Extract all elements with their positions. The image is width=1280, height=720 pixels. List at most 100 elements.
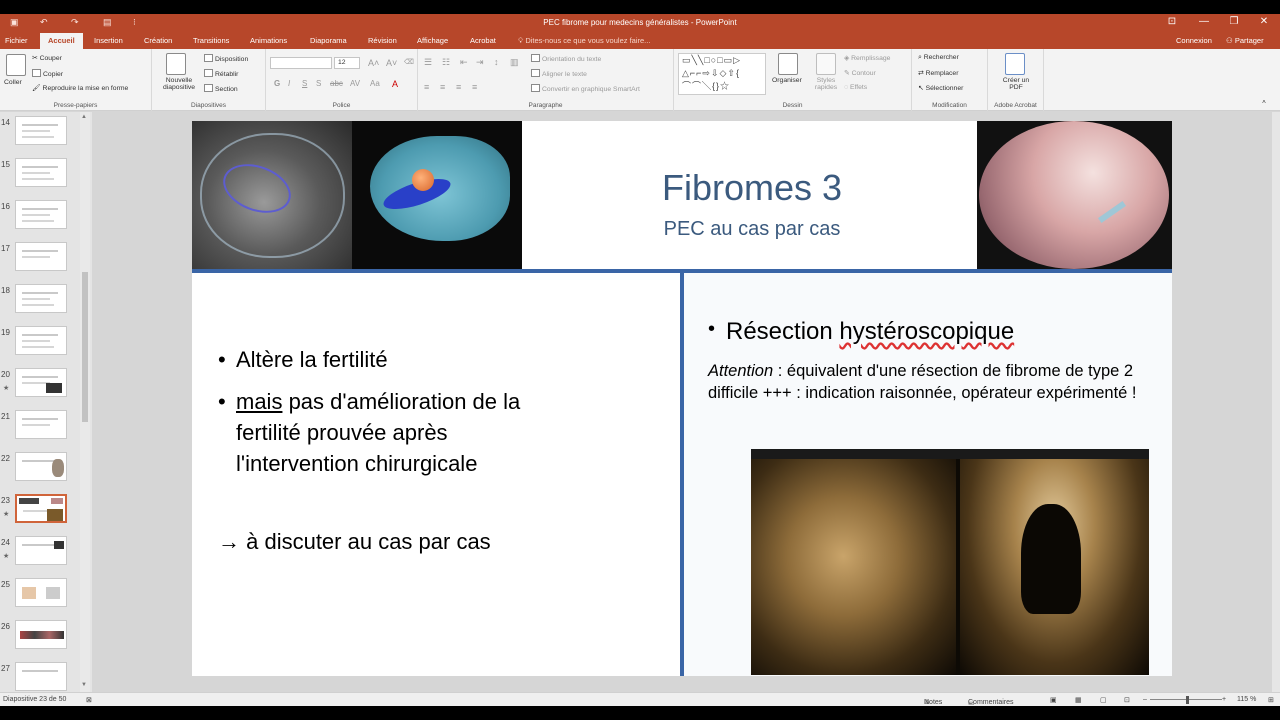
- quick-styles-button[interactable]: Styles rapides: [812, 77, 840, 91]
- thumbnail-scrollbar[interactable]: ▲ ▼: [80, 112, 90, 692]
- thumbnail-row[interactable]: 24 ★: [0, 536, 92, 576]
- minimize-icon[interactable]: —: [1190, 16, 1218, 27]
- copy-button[interactable]: Copier: [32, 69, 63, 78]
- mri-image[interactable]: [192, 121, 352, 269]
- slide-thumbnail[interactable]: [15, 452, 67, 481]
- thumbnail-row[interactable]: 16: [0, 200, 92, 240]
- align-left-icon[interactable]: ≡: [424, 82, 429, 92]
- slide-title[interactable]: Fibromes 3: [522, 167, 982, 209]
- shape-effects-button[interactable]: ◌ Effets: [844, 84, 867, 91]
- thumbnail-row[interactable]: 27: [0, 662, 92, 692]
- line-spacing-icon[interactable]: ↕: [494, 57, 499, 67]
- slide-thumbnail[interactable]: [15, 284, 67, 313]
- tab-fichier[interactable]: Fichier: [5, 36, 28, 45]
- tab-acrobat[interactable]: Acrobat: [470, 36, 496, 45]
- tab-insertion[interactable]: Insertion: [94, 36, 123, 45]
- paste-icon[interactable]: [6, 54, 26, 76]
- layout-button[interactable]: Disposition: [204, 54, 248, 63]
- slide-thumbnail[interactable]: [15, 368, 67, 397]
- thumbnail-row[interactable]: 17: [0, 242, 92, 282]
- bullet-no-improvement[interactable]: • mais pas d'amélioration de la fertilité…: [218, 386, 636, 479]
- tell-me-search[interactable]: 💡︎ Dites-nous ce que vous voulez faire..…: [518, 36, 650, 46]
- font-color-icon[interactable]: A: [392, 79, 398, 89]
- slide-scrollbar[interactable]: [1272, 112, 1280, 692]
- zoom-in-icon[interactable]: +: [1222, 696, 1226, 703]
- new-slide-icon[interactable]: [166, 53, 186, 75]
- zoom-slider-knob[interactable]: [1186, 696, 1189, 704]
- ultrasound-3d-image[interactable]: [751, 449, 1149, 675]
- slide-subtitle[interactable]: PEC au cas par cas: [522, 218, 982, 241]
- arrange-icon[interactable]: [778, 53, 798, 75]
- tab-animations[interactable]: Animations: [250, 36, 287, 45]
- cut-button[interactable]: ✂ Couper: [32, 54, 62, 62]
- section-button[interactable]: Section: [204, 84, 238, 93]
- thumbnail-row[interactable]: 21: [0, 410, 92, 450]
- align-text-button[interactable]: Aligner le texte: [531, 69, 587, 78]
- tab-accueil[interactable]: Accueil: [40, 33, 83, 49]
- tab-diaporama[interactable]: Diaporama: [310, 36, 347, 45]
- thumbnail-row[interactable]: 18: [0, 284, 92, 324]
- tab-creation[interactable]: Création: [144, 36, 172, 45]
- slide-thumbnail[interactable]: [15, 116, 67, 145]
- select-button[interactable]: ↖ Sélectionner: [918, 84, 963, 92]
- tab-affichage[interactable]: Affichage: [417, 36, 448, 45]
- slide-thumbnail-current[interactable]: [15, 494, 67, 523]
- thumbnail-row[interactable]: 25: [0, 578, 92, 618]
- align-right-icon[interactable]: ≡: [456, 82, 461, 92]
- thumbnail-row-selected[interactable]: 23 ★: [0, 494, 92, 534]
- decrease-indent-icon[interactable]: ⇤: [460, 57, 468, 68]
- smartart-button[interactable]: Convertir en graphique SmartArt: [531, 84, 640, 93]
- shape-fill-button[interactable]: ◈ Remplissage: [844, 54, 890, 62]
- strikethrough-button[interactable]: abc: [330, 79, 343, 88]
- slide-thumbnail[interactable]: [15, 578, 67, 607]
- clear-format-icon[interactable]: ⌫: [404, 58, 414, 66]
- slide-thumbnail[interactable]: [15, 410, 67, 439]
- paste-button[interactable]: Coller: [4, 79, 22, 86]
- justify-icon[interactable]: ≡: [472, 82, 477, 92]
- font-name-field[interactable]: [270, 57, 332, 69]
- align-center-icon[interactable]: ≡: [440, 82, 445, 92]
- quick-styles-icon[interactable]: [816, 53, 836, 75]
- share-button[interactable]: ⚇ Partager: [1226, 36, 1264, 45]
- bullet-fertility[interactable]: • Altère la fertilité: [218, 344, 388, 375]
- arrange-button[interactable]: Organiser: [772, 77, 802, 84]
- slide-thumbnail[interactable]: [15, 620, 67, 649]
- thumbnail-row[interactable]: 22: [0, 452, 92, 492]
- reset-button[interactable]: Rétablir: [204, 69, 238, 78]
- columns-icon[interactable]: ▥: [510, 57, 519, 68]
- scroll-down-icon[interactable]: ▼: [81, 682, 87, 688]
- create-pdf-icon[interactable]: [1005, 53, 1025, 75]
- connexion-link[interactable]: Connexion: [1176, 36, 1212, 45]
- zoom-out-icon[interactable]: –: [1143, 696, 1147, 703]
- bullets-icon[interactable]: ☰: [424, 57, 432, 68]
- sorter-view-icon[interactable]: ▦: [1075, 696, 1082, 704]
- fit-slide-icon[interactable]: ⊞: [1268, 696, 1274, 704]
- increase-indent-icon[interactable]: ⇥: [476, 57, 484, 68]
- shadow-button[interactable]: S: [316, 79, 321, 88]
- new-slide-button[interactable]: Nouvelle diapositive: [156, 77, 202, 91]
- tab-revision[interactable]: Révision: [368, 36, 397, 45]
- zoom-level[interactable]: 115 %: [1237, 696, 1256, 703]
- scroll-up-icon[interactable]: ▲: [81, 114, 87, 120]
- italic-button[interactable]: I: [288, 79, 290, 88]
- font-size-field[interactable]: 12: [334, 57, 360, 69]
- collapse-ribbon-icon[interactable]: ˄: [1262, 99, 1266, 106]
- thumbnail-row[interactable]: 19: [0, 326, 92, 366]
- underline-button[interactable]: S: [302, 79, 307, 88]
- find-button[interactable]: ⌕ Rechercher: [918, 54, 959, 62]
- slide-thumbnail[interactable]: [15, 200, 67, 229]
- uterus-3d-image[interactable]: [352, 121, 522, 269]
- slide-thumbnail[interactable]: [15, 536, 67, 565]
- reading-view-icon[interactable]: ▢: [1100, 696, 1107, 704]
- change-case-button[interactable]: Aa: [370, 79, 380, 88]
- grow-font-icon[interactable]: A˄: [368, 58, 379, 68]
- slide-thumbnail[interactable]: [15, 158, 67, 187]
- scrollbar-thumb[interactable]: [82, 272, 88, 422]
- spellcheck-icon[interactable]: ⊠: [86, 696, 92, 704]
- thumbnail-row[interactable]: 26: [0, 620, 92, 660]
- bold-button[interactable]: G: [274, 79, 280, 88]
- shrink-font-icon[interactable]: A˅: [386, 58, 397, 68]
- slideshow-view-icon[interactable]: ⊡: [1124, 696, 1130, 704]
- bullet-hysteroscopic-resection[interactable]: • Résection hystéroscopique: [708, 318, 1014, 346]
- slide-canvas[interactable]: Fibromes 3 PEC au cas par cas • Altère la…: [192, 121, 1172, 676]
